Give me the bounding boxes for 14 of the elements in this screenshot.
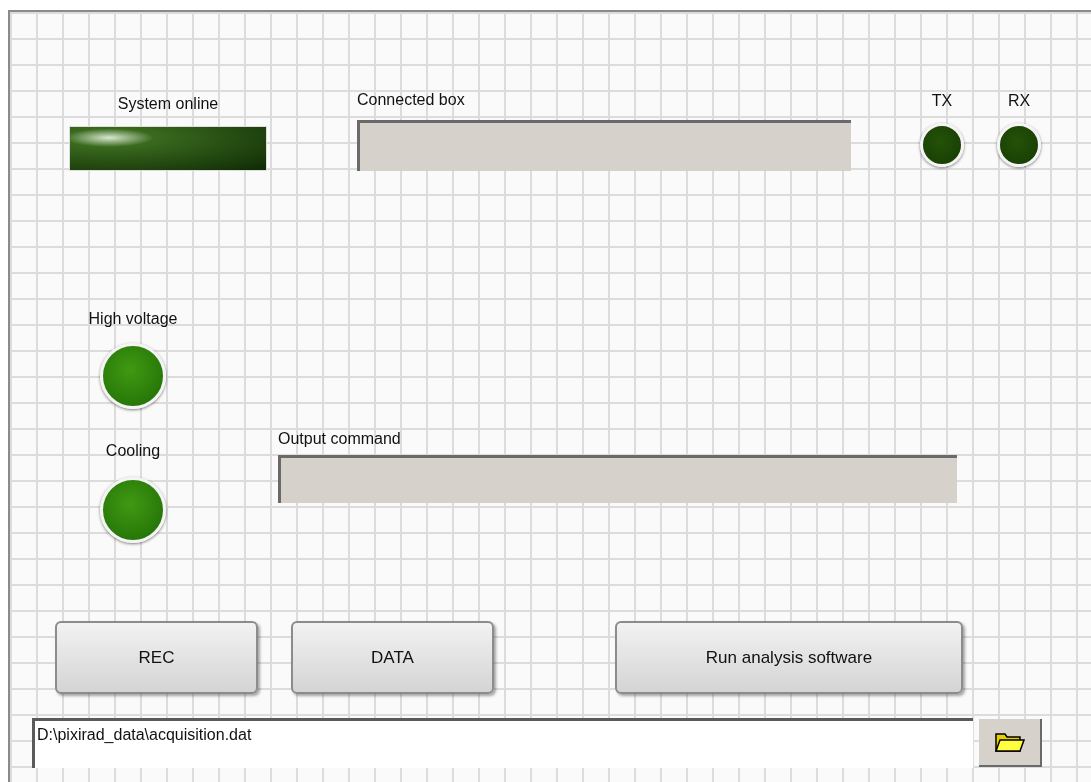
led-label: High voltage [88,309,178,329]
path-field[interactable]: D:\pixirad_data\acquisition.dat [32,718,973,768]
led-label: System online [117,94,219,114]
push-button[interactable]: REC [55,621,258,694]
browse-button[interactable] [979,719,1042,767]
field-label: Connected box [357,90,466,110]
push-button[interactable]: DATA [291,621,494,694]
push-button[interactable]: Run analysis software [615,621,963,694]
path-value: D:\pixirad_data\acquisition.dat [37,726,252,743]
led-label: Cooling [105,441,161,461]
folder-icon [994,731,1025,753]
field-label: Output command [278,429,402,449]
indicator-label: RX [1007,91,1031,111]
indicator-label: TX [931,91,953,111]
